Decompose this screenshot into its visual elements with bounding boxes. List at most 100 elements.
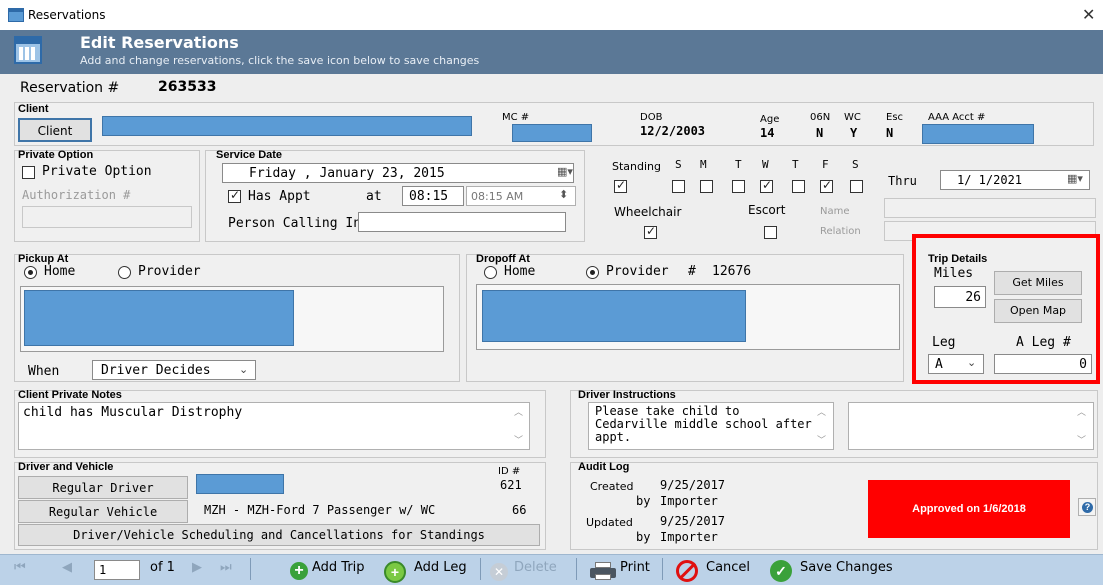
updated-label: Updated xyxy=(586,516,633,529)
dropoff-provider-radio[interactable] xyxy=(586,266,599,279)
leg-select[interactable]: A ⌄ xyxy=(928,354,984,374)
calendar-icon xyxy=(8,8,24,22)
relation-label: Relation xyxy=(820,226,861,237)
day-label-thu: T xyxy=(792,158,799,171)
add-trip-button[interactable]: Add Trip xyxy=(312,560,365,575)
page-number-input[interactable]: 1 xyxy=(94,560,140,580)
print-button[interactable]: Print xyxy=(620,560,650,575)
scroll-down-icon[interactable]: ﹀ xyxy=(514,433,523,446)
person-calling-input[interactable] xyxy=(358,212,566,232)
save-changes-button[interactable]: Save Changes xyxy=(800,560,893,575)
pickup-provider-radio[interactable] xyxy=(118,266,131,279)
miles-input[interactable]: 26 xyxy=(934,286,986,308)
dropoff-home-radio[interactable] xyxy=(484,266,497,279)
authorization-label: Authorization # xyxy=(22,188,131,202)
pickup-home-radio[interactable] xyxy=(24,266,37,279)
add-trip-icon[interactable]: + xyxy=(290,562,308,580)
scroll-up-icon[interactable]: ︿ xyxy=(1077,405,1086,418)
chevron-down-icon: ⌄ xyxy=(239,363,249,376)
scroll-up-icon[interactable]: ︿ xyxy=(817,405,826,418)
has-appt-checkbox[interactable] xyxy=(228,188,241,203)
scheduling-button[interactable]: Driver/Vehicle Scheduling and Cancellati… xyxy=(18,524,540,546)
toolbar-separator xyxy=(576,558,577,580)
day-checkbox-sun[interactable] xyxy=(672,180,685,193)
next-page-icon[interactable]: ▶ xyxy=(192,560,202,575)
day-label-mon: M xyxy=(700,158,707,171)
help-icon[interactable]: ? xyxy=(1078,498,1096,516)
06n-value: N xyxy=(816,126,824,140)
open-map-button[interactable]: Open Map xyxy=(994,299,1082,323)
window-title: Reservations xyxy=(28,8,106,22)
first-page-icon[interactable]: ⏮ xyxy=(14,560,26,575)
thru-label: Thru xyxy=(888,174,917,188)
wheelchair-checkbox[interactable] xyxy=(644,224,657,239)
scroll-up-icon[interactable]: ︿ xyxy=(514,405,523,418)
delete-icon[interactable]: ✕ xyxy=(490,563,508,581)
add-leg-button[interactable]: Add Leg xyxy=(414,560,467,575)
a-leg-label: A Leg # xyxy=(1016,335,1071,350)
created-label: Created xyxy=(590,480,634,493)
driver-instructions-section: Driver Instructions xyxy=(578,389,676,401)
appt-time-input[interactable]: 08:15 xyxy=(402,186,464,206)
day-checkbox-wed[interactable] xyxy=(760,178,773,193)
driver-vehicle-section: Driver and Vehicle xyxy=(18,461,114,473)
vehicle-id: 66 xyxy=(512,503,527,517)
save-icon[interactable]: ✓ xyxy=(770,560,792,582)
cancel-button[interactable]: Cancel xyxy=(706,560,750,575)
standing-checkbox[interactable] xyxy=(614,178,627,193)
calendar-dropdown-icon[interactable]: ▦▾ xyxy=(557,165,573,178)
printer-icon[interactable] xyxy=(590,562,616,580)
pickup-address-field xyxy=(24,290,294,346)
escort-name-input[interactable] xyxy=(884,198,1096,218)
day-checkbox-tue[interactable] xyxy=(732,180,745,193)
close-icon[interactable]: ✕ xyxy=(1082,5,1095,24)
day-checkbox-mon[interactable] xyxy=(700,180,713,193)
aaa-field xyxy=(922,124,1034,144)
authorization-input[interactable] xyxy=(22,206,192,228)
client-notes-textarea[interactable]: child has Muscular Distrophy ︿ ﹀ xyxy=(18,402,530,450)
delete-button[interactable]: Delete xyxy=(514,560,557,575)
spinner-icon[interactable]: ⬍ xyxy=(559,188,568,201)
leg-label: Leg xyxy=(932,335,956,350)
reservations-window: Reservations ✕ Edit Reservations Add and… xyxy=(0,0,1103,585)
regular-driver-field xyxy=(196,474,284,494)
dropoff-hash: # xyxy=(688,264,696,279)
driver-id: 621 xyxy=(500,478,522,492)
when-label: When xyxy=(28,364,60,379)
created-by: Importer xyxy=(660,494,718,508)
dob-value: 12/2/2003 xyxy=(640,124,706,138)
pickup-provider-label: Provider xyxy=(138,264,201,279)
created-by-label: by xyxy=(636,494,651,508)
day-checkbox-sat[interactable] xyxy=(850,180,863,193)
cancel-icon[interactable] xyxy=(676,560,698,582)
day-checkbox-fri[interactable] xyxy=(820,178,833,193)
private-option-checkbox[interactable] xyxy=(22,166,35,179)
client-section-label: Client xyxy=(18,103,49,115)
page-count: of 1 xyxy=(150,560,175,575)
scroll-down-icon[interactable]: ﹀ xyxy=(1077,433,1086,446)
pickup-home-label: Home xyxy=(44,264,76,279)
service-date-picker[interactable]: Friday , January 23, 2015 ▦▾ xyxy=(222,163,574,183)
when-select[interactable]: Driver Decides ⌄ xyxy=(92,360,256,380)
add-leg-icon[interactable]: + xyxy=(384,561,406,583)
last-page-icon[interactable]: ⏭ xyxy=(220,560,232,575)
driver-instructions-extra[interactable]: ︿ ﹀ xyxy=(848,402,1094,450)
get-miles-button[interactable]: Get Miles xyxy=(994,271,1082,295)
driver-instructions-textarea[interactable]: Please take child to Cedarville middle s… xyxy=(588,402,834,450)
calendar-icon xyxy=(14,36,42,64)
previous-page-icon[interactable]: ◀ xyxy=(62,560,72,575)
day-checkbox-thu[interactable] xyxy=(792,180,805,193)
regular-vehicle-button[interactable]: Regular Vehicle xyxy=(18,500,188,523)
trip-details-section: Trip Details xyxy=(928,253,988,265)
thru-date-picker[interactable]: 1/ 1/2021 ▦▾ xyxy=(940,170,1090,190)
client-name-field xyxy=(102,116,472,136)
client-button[interactable]: Client xyxy=(18,118,92,142)
scroll-down-icon[interactable]: ﹀ xyxy=(817,433,826,446)
appt-time-spinner[interactable]: 08:15 AM ⬍ xyxy=(466,186,576,206)
escort-checkbox[interactable] xyxy=(764,226,777,239)
a-leg-input[interactable]: 0 xyxy=(994,354,1092,374)
has-appt-label: Has Appt xyxy=(248,189,311,204)
audit-log-section: Audit Log xyxy=(578,461,630,473)
regular-driver-button[interactable]: Regular Driver xyxy=(18,476,188,499)
calendar-dropdown-icon[interactable]: ▦▾ xyxy=(1067,172,1083,185)
